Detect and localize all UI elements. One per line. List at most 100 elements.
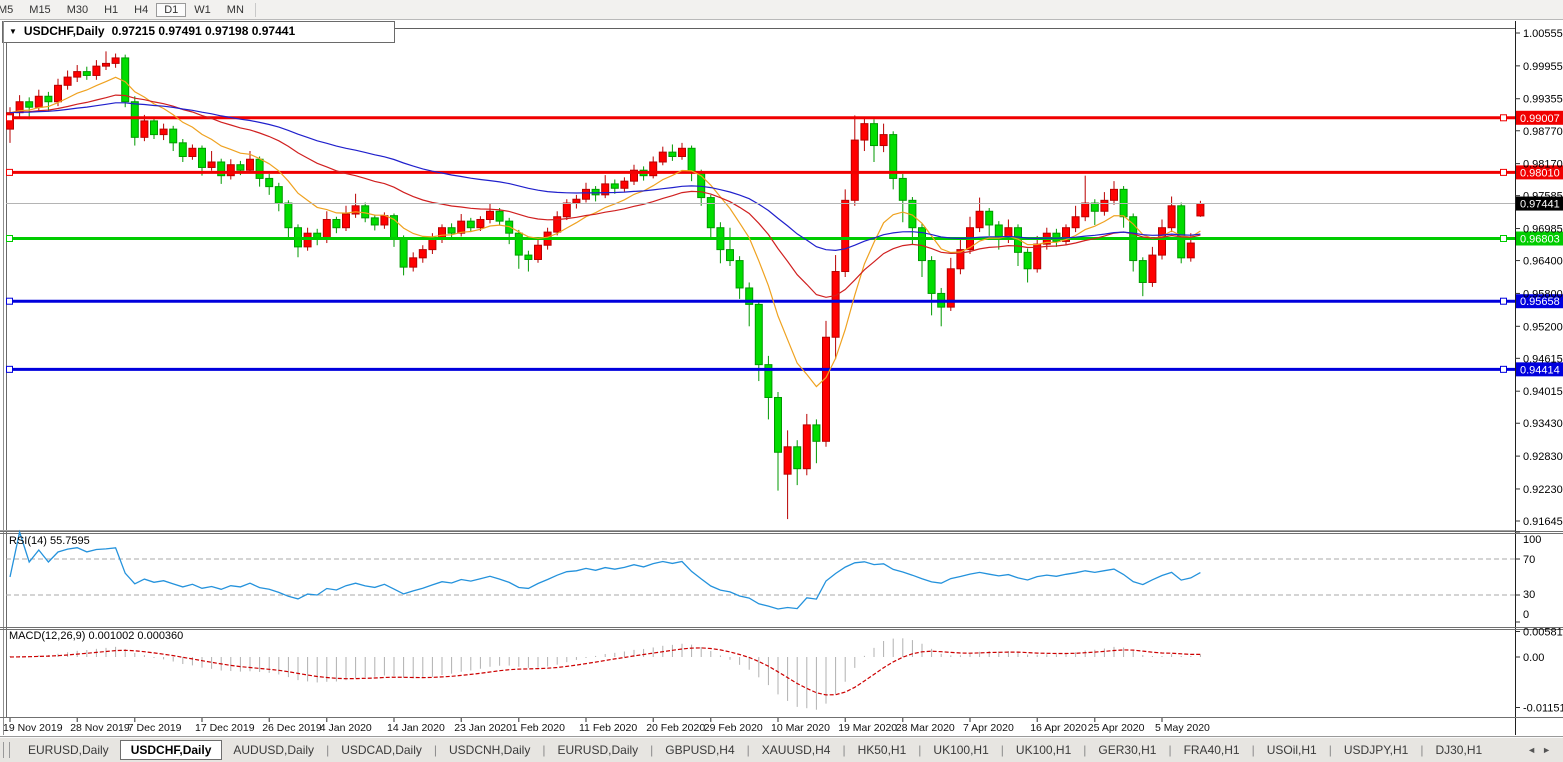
svg-text:0.96985: 0.96985 (1523, 224, 1563, 236)
svg-text:26 Dec 2019: 26 Dec 2019 (262, 722, 322, 734)
symbol-tab-xauusd-h4[interactable]: XAUUSD,H4 (751, 740, 842, 760)
symbol-tab-dj30-h1[interactable]: DJ30,H1 (1424, 740, 1493, 760)
svg-text:14 Jan 2020: 14 Jan 2020 (387, 722, 445, 734)
svg-text:30: 30 (1523, 589, 1535, 601)
svg-text:28 Mar 2020: 28 Mar 2020 (896, 722, 955, 734)
price-axis: 1.005550.999550.993550.987700.981700.975… (1515, 28, 1563, 528)
hline-right-handle[interactable] (1501, 169, 1507, 175)
symbol-tab-ger30-h1[interactable]: GER30,H1 (1087, 740, 1167, 760)
svg-text:10 Mar 2020: 10 Mar 2020 (771, 722, 830, 734)
tab-scroll-arrows: ◄► (1527, 745, 1557, 755)
svg-text:19 Mar 2020: 19 Mar 2020 (838, 722, 897, 734)
symbol-tab-usoil-h1[interactable]: USOil,H1 (1256, 740, 1328, 760)
svg-text:7 Apr 2020: 7 Apr 2020 (963, 722, 1014, 734)
symbol-tab-audusd-daily[interactable]: AUDUSD,Daily (222, 740, 325, 760)
chart-ohlc-values: 0.97215 0.97491 0.97198 0.97441 (112, 24, 296, 38)
symbol-tab-fra40-h1[interactable]: FRA40,H1 (1173, 740, 1251, 760)
hline-left-handle[interactable] (7, 169, 13, 175)
candles-layer (7, 51, 1204, 519)
hline-0.94414[interactable]: 0.94414 (6, 362, 1563, 376)
symbol-tab-gbpusd-h4[interactable]: GBPUSD,H4 (654, 740, 745, 760)
rsi-line (10, 532, 1200, 609)
chart-symbol-label: USDCHF,Daily (24, 24, 105, 38)
svg-text:5 May 2020: 5 May 2020 (1155, 722, 1210, 734)
svg-text:7 Dec 2019: 7 Dec 2019 (128, 722, 182, 734)
hline-right-handle[interactable] (1501, 366, 1507, 372)
svg-text:0.95800: 0.95800 (1523, 288, 1563, 300)
svg-text:23 Jan 2020: 23 Jan 2020 (454, 722, 512, 734)
timeframe-button-h1[interactable]: H1 (96, 3, 126, 17)
timeframe-button-mn[interactable]: MN (219, 3, 252, 17)
toolbar-separator (255, 3, 256, 17)
svg-text:0.94414: 0.94414 (1520, 364, 1560, 376)
svg-text:28 Nov 2019: 28 Nov 2019 (70, 722, 130, 734)
rsi-panel: 10070300 (6, 532, 1541, 622)
symbol-tab-eurusd-daily[interactable]: EURUSD,Daily (546, 740, 649, 760)
symbol-tab-usdcad-daily[interactable]: USDCAD,Daily (330, 740, 433, 760)
svg-text:11 Feb 2020: 11 Feb 2020 (579, 722, 637, 734)
svg-text:0.95200: 0.95200 (1523, 321, 1563, 333)
svg-text:0.99007: 0.99007 (1520, 113, 1560, 125)
symbol-tab-bar: EURUSD,DailyUSDCHF,DailyAUDUSD,Daily|USD… (0, 736, 1563, 762)
svg-text:0.92830: 0.92830 (1523, 451, 1563, 463)
timeframe-button-w1[interactable]: W1 (186, 3, 219, 17)
hline-right-handle[interactable] (1501, 115, 1507, 121)
svg-text:0.005818: 0.005818 (1523, 626, 1563, 638)
mt4-window: M5M15M30H1H4D1W1MN 0.990070.980100.96803… (0, 0, 1563, 762)
current-price-line: 0.97441 (6, 197, 1563, 211)
svg-text:0.00: 0.00 (1523, 652, 1544, 664)
hline-left-handle[interactable] (7, 298, 13, 304)
svg-text:0.98170: 0.98170 (1523, 159, 1563, 171)
timeframe-button-m5[interactable]: M5 (0, 3, 21, 17)
svg-text:19 Nov 2019: 19 Nov 2019 (3, 722, 63, 734)
hline-left-handle[interactable] (7, 235, 13, 241)
svg-text:0.98770: 0.98770 (1523, 126, 1563, 138)
symbol-tab-uk100-h1[interactable]: UK100,H1 (1005, 740, 1082, 760)
macd-indicator-label: MACD(12,26,9) 0.001002 0.000360 (9, 630, 183, 642)
symbol-tabs: EURUSD,DailyUSDCHF,DailyAUDUSD,Daily|USD… (17, 740, 1493, 760)
symbol-tab-usdcnh-daily[interactable]: USDCNH,Daily (438, 740, 541, 760)
hline-right-handle[interactable] (1501, 298, 1507, 304)
symbol-tab-usdjpy-h1[interactable]: USDJPY,H1 (1333, 740, 1419, 760)
tab-scroll-right-button[interactable]: ► (1542, 745, 1557, 755)
svg-text:-0.011514: -0.011514 (1523, 702, 1563, 714)
svg-text:1.00555: 1.00555 (1523, 28, 1563, 40)
chart-frame (0, 21, 1563, 735)
svg-text:0.99955: 0.99955 (1523, 61, 1563, 73)
chart-title: ▼ USDCHF,Daily 0.97215 0.97491 0.97198 0… (9, 24, 295, 38)
hline-left-handle[interactable] (7, 115, 13, 121)
svg-text:20 Feb 2020: 20 Feb 2020 (646, 722, 705, 734)
timeframe-button-h4[interactable]: H4 (126, 3, 156, 17)
svg-text:16 Apr 2020: 16 Apr 2020 (1030, 722, 1087, 734)
timeframe-button-m30[interactable]: M30 (59, 3, 96, 17)
svg-text:25 Apr 2020: 25 Apr 2020 (1088, 722, 1145, 734)
svg-text:0.92230: 0.92230 (1523, 484, 1563, 496)
hline-right-handle[interactable] (1501, 235, 1507, 241)
svg-text:0.93430: 0.93430 (1523, 418, 1563, 430)
svg-text:0.91645: 0.91645 (1523, 516, 1563, 528)
hline-0.96803[interactable]: 0.96803 (6, 231, 1563, 245)
tabbar-grip (3, 742, 10, 758)
symbol-tab-usdchf-daily[interactable]: USDCHF,Daily (120, 740, 223, 760)
tab-scroll-left-button[interactable]: ◄ (1527, 745, 1542, 755)
svg-text:1 Feb 2020: 1 Feb 2020 (512, 722, 565, 734)
hline-0.99007[interactable]: 0.99007 (6, 111, 1563, 125)
svg-text:29 Feb 2020: 29 Feb 2020 (704, 722, 763, 734)
svg-text:100: 100 (1523, 534, 1541, 546)
symbol-tab-eurusd-daily[interactable]: EURUSD,Daily (17, 740, 120, 760)
svg-text:0.94015: 0.94015 (1523, 386, 1563, 398)
svg-text:0.94615: 0.94615 (1523, 353, 1563, 365)
svg-text:70: 70 (1523, 554, 1535, 566)
hline-0.95658[interactable]: 0.95658 (6, 294, 1563, 308)
timeframe-button-d1[interactable]: D1 (156, 3, 186, 17)
collapse-chart-icon[interactable]: ▼ (9, 27, 17, 36)
svg-text:0.99355: 0.99355 (1523, 94, 1563, 106)
symbol-tab-hk50-h1[interactable]: HK50,H1 (847, 740, 918, 760)
symbol-tab-uk100-h1[interactable]: UK100,H1 (922, 740, 999, 760)
chart-canvas[interactable]: 0.990070.980100.968030.956580.944140.974… (0, 19, 1563, 735)
hline-left-handle[interactable] (7, 366, 13, 372)
timeframe-button-m15[interactable]: M15 (21, 3, 58, 17)
svg-text:0.96400: 0.96400 (1523, 256, 1563, 268)
svg-text:4 Jan 2020: 4 Jan 2020 (320, 722, 372, 734)
svg-text:17 Dec 2019: 17 Dec 2019 (195, 722, 255, 734)
